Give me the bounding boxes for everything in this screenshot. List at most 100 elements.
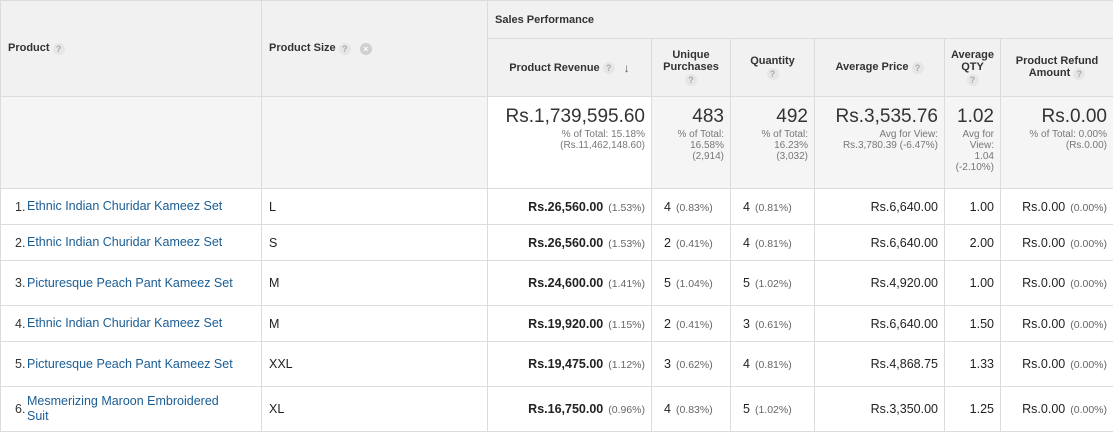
revenue-value: Rs.19,920.00	[528, 316, 604, 331]
help-icon[interactable]: ?	[911, 61, 924, 74]
help-icon[interactable]: ?	[966, 73, 979, 86]
summary-revenue: Rs.1,739,595.60 % of Total: 15.18% (Rs.1…	[487, 96, 652, 189]
revenue-cell: Rs.26,560.00 (1.53%)	[487, 188, 652, 225]
unique-pct: (0.62%)	[675, 359, 713, 371]
size-cell[interactable]: XL	[261, 386, 488, 432]
refund-value: Rs.0.00	[1022, 357, 1066, 371]
product-size-column-header[interactable]: Product Size ? ×	[261, 0, 488, 97]
product-cell: 2. Ethnic Indian Churidar Kameez Set	[0, 224, 262, 261]
quantity-cell: 4 (0.81%)	[730, 224, 815, 261]
product-link[interactable]: Picturesque Peach Pant Kameez Set	[27, 357, 237, 372]
quantity-pct: (0.81%)	[754, 237, 792, 250]
table-row: 1. Ethnic Indian Churidar Kameez Set L Rs…	[0, 188, 1113, 225]
avg-price-cell: Rs.6,640.00	[814, 305, 945, 342]
avg-price-cell: Rs.4,920.00	[814, 260, 945, 306]
quantity-pct: (1.02%)	[754, 404, 792, 416]
unique-value: 3	[664, 357, 671, 371]
refund-cell: Rs.0.00 (0.00%)	[1000, 305, 1113, 342]
avg-qty-cell: 1.33	[944, 341, 1001, 387]
sales-performance-group-header: Sales Performance	[487, 0, 1113, 39]
unique-cell: 2 (0.41%)	[651, 224, 731, 261]
average-price-column-header[interactable]: Average Price ?	[814, 38, 945, 97]
help-icon[interactable]: ?	[766, 67, 779, 80]
summary-unique-value: 483	[692, 106, 724, 127]
size-cell[interactable]: M	[261, 305, 488, 342]
refund-cell: Rs.0.00 (0.00%)	[1000, 341, 1113, 387]
unique-purchases-column-header[interactable]: Unique Purchases ?	[651, 38, 731, 97]
revenue-pct: (1.53%)	[608, 201, 645, 214]
remove-dimension-icon[interactable]: ×	[359, 42, 372, 55]
size-cell[interactable]: M	[261, 260, 488, 306]
summary-quantity-sub1: % of Total:	[761, 129, 808, 140]
product-link[interactable]: Picturesque Peach Pant Kameez Set	[27, 276, 237, 291]
revenue-pct: (1.15%)	[608, 318, 645, 331]
summary-avg-price: Rs.3,535.76 Avg for View: Rs.3,780.39 (-…	[814, 96, 945, 189]
help-icon[interactable]: ?	[52, 42, 65, 55]
revenue-value: Rs.26,560.00	[528, 235, 604, 250]
revenue-value: Rs.16,750.00	[528, 402, 604, 416]
help-icon[interactable]: ?	[602, 61, 615, 74]
product-link[interactable]: Ethnic Indian Churidar Kameez Set	[27, 199, 237, 214]
unique-purchases-header-label-line1: Unique	[672, 49, 710, 62]
unique-value: 5	[664, 276, 671, 290]
product-revenue-column-header[interactable]: Product Revenue ? ↓	[487, 38, 652, 97]
help-icon[interactable]: ?	[338, 42, 351, 55]
quantity-cell: 5 (1.02%)	[730, 386, 815, 432]
summary-avg-qty-sub4: (-2.10%)	[955, 162, 994, 173]
unique-pct: (0.83%)	[675, 404, 713, 416]
summary-avg-qty-sub1: Avg for	[962, 129, 995, 140]
quantity-value: 5	[743, 276, 750, 290]
average-qty-header-label-line1: Average	[950, 49, 994, 62]
revenue-pct: (1.41%)	[608, 278, 645, 290]
refund-pct: (0.00%)	[1070, 318, 1107, 331]
refund-cell: Rs.0.00 (0.00%)	[1000, 386, 1113, 432]
product-refund-header-label-line1: Product Refund	[1015, 55, 1099, 68]
size-cell[interactable]: XXL	[261, 341, 488, 387]
summary-revenue-sub2: (Rs.11,462,148.60)	[560, 140, 645, 151]
product-cell: 5. Picturesque Peach Pant Kameez Set	[0, 341, 262, 387]
help-icon[interactable]: ?	[685, 73, 697, 86]
unique-value: 4	[664, 199, 671, 214]
unique-cell: 3 (0.62%)	[651, 341, 731, 387]
summary-refund-sub1: % of Total: 0.00%	[1029, 129, 1107, 140]
refund-cell: Rs.0.00 (0.00%)	[1000, 188, 1113, 225]
product-link[interactable]: Ethnic Indian Churidar Kameez Set	[27, 316, 237, 331]
unique-cell: 4 (0.83%)	[651, 188, 731, 225]
unique-purchases-header-label-line2: Purchases	[663, 61, 719, 74]
unique-value: 2	[664, 316, 671, 331]
refund-pct: (0.00%)	[1070, 278, 1107, 290]
quantity-value: 5	[743, 402, 750, 416]
size-cell[interactable]: L	[261, 188, 488, 225]
unique-pct: (0.41%)	[675, 318, 713, 331]
product-link[interactable]: Mesmerizing Maroon Embroidered Suit	[27, 394, 237, 424]
size-cell[interactable]: S	[261, 224, 488, 261]
product-header-label: Product	[8, 42, 50, 55]
unique-pct: (0.83%)	[675, 201, 713, 214]
refund-value: Rs.0.00	[1022, 402, 1066, 416]
refund-value: Rs.0.00	[1022, 316, 1066, 331]
avg-qty-cell: 1.25	[944, 386, 1001, 432]
product-revenue-header-label: Product Revenue	[509, 61, 600, 74]
product-cell: 4. Ethnic Indian Churidar Kameez Set	[0, 305, 262, 342]
average-qty-column-header[interactable]: Average QTY ?	[944, 38, 1001, 97]
quantity-cell: 4 (0.81%)	[730, 341, 815, 387]
summary-avg-qty-sub3: 1.04	[974, 151, 994, 162]
product-link[interactable]: Ethnic Indian Churidar Kameez Set	[27, 235, 237, 250]
avg-qty-cell: 1.50	[944, 305, 1001, 342]
help-icon[interactable]: ?	[1073, 67, 1086, 80]
product-refund-column-header[interactable]: Product Refund Amount ?	[1000, 38, 1113, 97]
product-column-header[interactable]: Product ?	[0, 0, 262, 97]
product-size-header-label: Product Size	[269, 42, 336, 55]
revenue-value: Rs.24,600.00	[528, 276, 604, 290]
summary-quantity-value: 492	[776, 106, 808, 127]
table-row: 6. Mesmerizing Maroon Embroidered Suit XL…	[0, 386, 1113, 432]
sort-descending-icon[interactable]: ↓	[624, 61, 630, 75]
quantity-column-header[interactable]: Quantity ?	[730, 38, 815, 97]
summary-avg-qty-sub2: View:	[969, 140, 994, 151]
row-rank: 3.	[15, 276, 26, 290]
refund-pct: (0.00%)	[1070, 404, 1107, 416]
report-table: Product ? Product Size ? × Sales Perform…	[0, 0, 1113, 432]
refund-cell: Rs.0.00 (0.00%)	[1000, 260, 1113, 306]
revenue-pct: (0.96%)	[608, 404, 645, 416]
summary-unique-sub1: % of Total:	[677, 129, 724, 140]
